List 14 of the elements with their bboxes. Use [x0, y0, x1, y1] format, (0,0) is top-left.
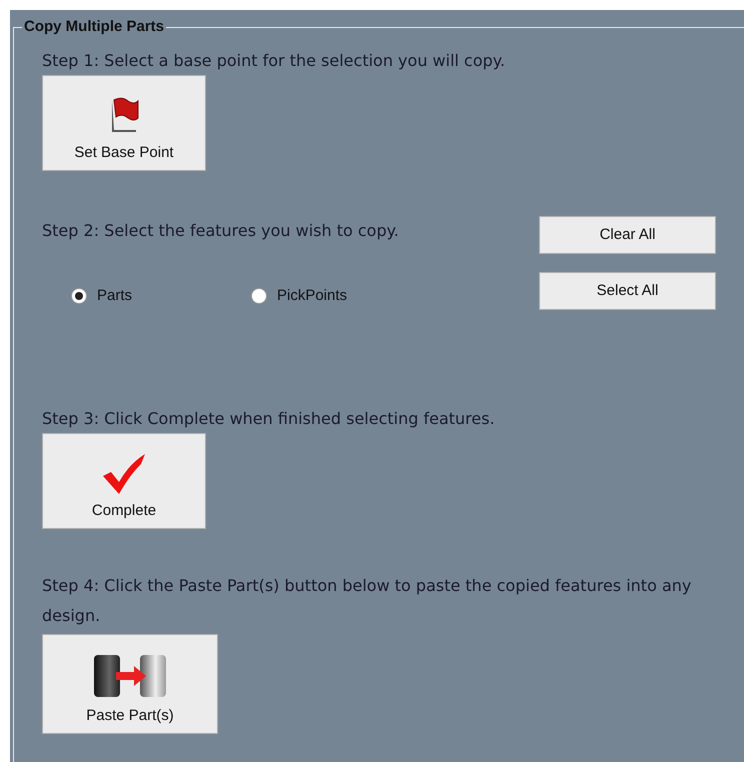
- step-text: Step 2: Select the features you wish to copy.: [42, 220, 400, 242]
- tool-button[interactable]: Set Base Point: [42, 75, 206, 171]
- radio-button[interactable]: [251, 288, 267, 304]
- step-text: Step 3: Click Complete when finished selecting features.: [42, 408, 496, 430]
- action-button[interactable]: Clear All: [539, 216, 716, 254]
- action-button[interactable]: Select All: [539, 272, 716, 310]
- step-text: Step 1: Select a base point for the selection you will copy.: [42, 50, 506, 72]
- tool-button[interactable]: Complete: [42, 433, 206, 529]
- group-title: Copy Multiple Parts: [22, 18, 166, 36]
- radio-label: PickPoints: [277, 286, 348, 306]
- radio-button[interactable]: [71, 288, 87, 304]
- step-text: Step 4: Click the Paste Part(s) button below to paste the copied features into any design.: [42, 575, 692, 627]
- paste-button[interactable]: Paste Part(s): [42, 634, 218, 734]
- radio-label: Parts: [97, 286, 132, 306]
